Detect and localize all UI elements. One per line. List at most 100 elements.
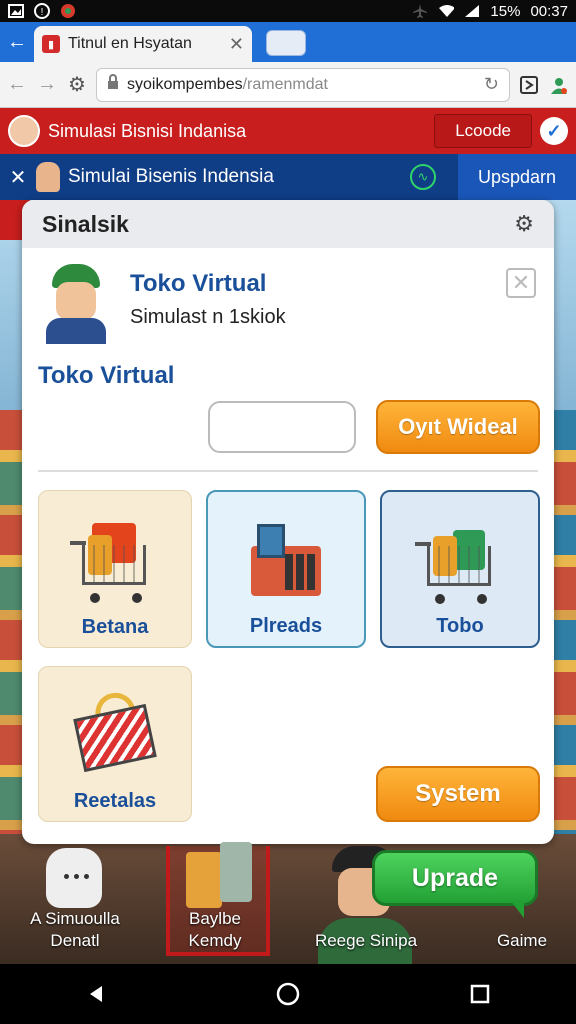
shopping-cart-icon	[415, 516, 505, 606]
back-triangle-icon[interactable]	[76, 974, 116, 1014]
gear-icon[interactable]: ⚙	[514, 211, 534, 237]
shopkeeper-avatar	[46, 264, 106, 344]
app-icon	[60, 3, 76, 19]
category-label: Betana	[81, 616, 149, 638]
check-icon[interactable]: ✓	[540, 117, 568, 145]
upgrade-button[interactable]: Uprade	[372, 850, 538, 906]
back-arrow-icon[interactable]: ←	[6, 73, 28, 96]
forward-arrow-icon[interactable]: →	[36, 73, 58, 96]
face-shape	[56, 282, 96, 320]
eye-shape	[64, 874, 69, 879]
status-ok-icon: ∿	[410, 164, 436, 190]
clock: 00:37	[530, 2, 568, 20]
basket-body-shape	[73, 703, 157, 773]
eye-shape	[74, 874, 79, 879]
close-box-icon[interactable]: ✕	[506, 268, 536, 298]
category-card-reetalas[interactable]: Reetalas	[38, 666, 192, 822]
url-field[interactable]: syoikompembes/ramenmdat ↻	[96, 67, 510, 102]
name-input[interactable]	[208, 401, 356, 453]
category-card-betana[interactable]: Betana	[38, 490, 192, 648]
home-circle-icon[interactable]	[268, 974, 308, 1014]
profile-subtitle: Simulast n 1skiok	[130, 306, 286, 328]
ghost-character-icon[interactable]	[46, 848, 102, 908]
reload-icon[interactable]: ↻	[484, 74, 499, 95]
image-icon	[8, 3, 24, 19]
hud-item-label: Gaime	[496, 931, 548, 950]
product-jar-icon	[220, 842, 252, 902]
cart-basket-shape	[82, 545, 146, 585]
settings-gear-icon[interactable]: ⚙	[66, 74, 88, 96]
browser-tab-active[interactable]: ▮ Titnul en Hsyatan ✕	[34, 26, 252, 62]
signal-icon	[464, 3, 480, 19]
airplane-icon	[412, 3, 428, 19]
register-screen-shape	[257, 524, 285, 558]
extension-icon[interactable]	[548, 74, 570, 96]
tab-back-button[interactable]: ←	[0, 22, 34, 62]
arrow-left-icon: ←	[7, 30, 27, 53]
hud-item-label: Baylbe Kemdy	[160, 908, 270, 952]
shopping-basket-icon	[70, 689, 160, 781]
avatar	[8, 115, 40, 147]
hud-item-line: Denatl	[50, 931, 100, 950]
category-label: Reetalas	[73, 790, 157, 812]
favicon-icon: ▮	[42, 35, 60, 53]
hud-item-line: A Simuoulla	[30, 909, 120, 928]
new-tab-button[interactable]	[266, 30, 306, 56]
category-card-tobo[interactable]: Tobo	[380, 490, 540, 648]
category-label: Plreads	[249, 615, 323, 637]
section-title: Toko Virtual	[38, 362, 175, 389]
address-bar: ← → ⚙ syoikompembes/ramenmdat ↻	[0, 62, 576, 108]
sub-header: ✕ Simulai Bisenis Indensia ∿ Upspdarn	[0, 154, 576, 200]
category-card-plreads[interactable]: Plreads	[206, 490, 366, 648]
tab-close-icon[interactable]: ✕	[229, 34, 244, 55]
action-button[interactable]: Oyıt Wideal	[376, 400, 540, 454]
dialog-header: Sinalsik ⚙	[22, 200, 554, 248]
tab-title: Titnul en Hsyatan	[68, 35, 192, 52]
cart-wheel-shape	[435, 594, 445, 604]
browser-tab-bar: ← ▮ Titnul en Hsyatan ✕	[0, 22, 576, 62]
cart-basket-shape	[427, 546, 491, 586]
cart-wheel-shape	[132, 593, 142, 603]
svg-text:!: !	[41, 7, 44, 18]
close-icon[interactable]: ✕	[0, 165, 36, 190]
wifi-icon	[438, 3, 455, 19]
sub-header-title: Simulai Bisenis Indensia	[68, 166, 274, 187]
lock-icon	[107, 74, 119, 95]
speech-tail-shape	[510, 900, 524, 918]
url-text: syoikompembes/ramenmdat	[127, 75, 328, 93]
profile-text: Toko Virtual Simulast n 1skiok	[130, 264, 286, 342]
login-button[interactable]: Lcoode	[434, 114, 532, 148]
app-screen: ! 15% 00:37 ← ▮ Titnul en Hsyatan ✕ ← → …	[0, 0, 576, 1024]
hud-item-line: Baylbe	[189, 909, 241, 928]
product-can-icon	[186, 852, 222, 908]
avatar	[36, 162, 60, 192]
dialog-title: Sinalsik	[42, 210, 129, 237]
cart-wheel-shape	[477, 594, 487, 604]
upgrade-tab-button[interactable]: Upspdarn	[458, 154, 576, 200]
category-label: Tobo	[436, 615, 484, 637]
eye-shape	[84, 874, 89, 879]
shopping-cart-icon	[70, 515, 160, 605]
battery-level: 15%	[490, 2, 521, 20]
status-bar: ! 15% 00:37	[0, 0, 576, 22]
divider	[38, 470, 538, 472]
hud-item-label: Reege Sinipa	[314, 931, 418, 950]
tabs-switcher-icon[interactable]	[518, 74, 540, 96]
cash-register-icon	[241, 516, 331, 606]
register-body-shape	[251, 524, 321, 596]
system-button[interactable]: System	[376, 766, 540, 822]
site-header: Simulasi Bisnisi Indanisa Lcoode ✓	[0, 108, 576, 154]
cart-wheel-shape	[90, 593, 100, 603]
settings-dialog: Sinalsik ⚙ Toko Virtual Simulast n 1skio…	[22, 200, 554, 844]
info-icon: !	[34, 3, 50, 19]
suit-shape	[46, 318, 106, 344]
hud-item-label: A Simuoulla Denatl	[20, 908, 130, 952]
profile-name: Toko Virtual	[130, 270, 267, 297]
hud-item-line: Kemdy	[188, 931, 242, 950]
system-nav-bar	[0, 964, 576, 1024]
site-title: Simulasi Bisnisi Indanisa	[48, 120, 247, 141]
input-row: Oyıt Wideal	[208, 400, 540, 454]
profile-card: Toko Virtual Simulast n 1skiok ✕	[22, 248, 554, 358]
register-keys-shape	[285, 554, 315, 590]
recents-square-icon[interactable]	[460, 974, 500, 1014]
